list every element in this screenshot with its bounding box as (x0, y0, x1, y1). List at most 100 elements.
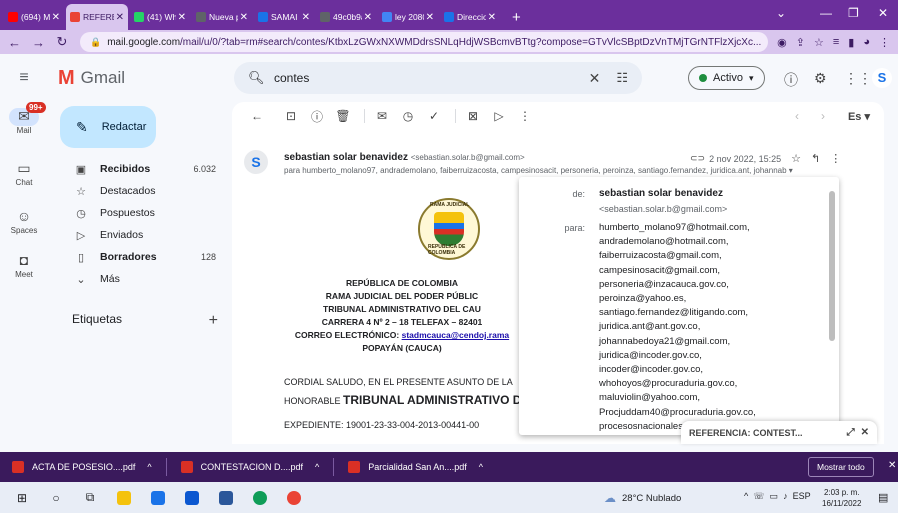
label-icon[interactable]: ▷ (488, 109, 510, 123)
chevron-up-icon[interactable]: ^ (479, 462, 483, 472)
snooze-icon[interactable]: ◷ (397, 109, 419, 123)
folder-item[interactable]: ▷ Enviados (48, 224, 230, 246)
search-taskbar-icon[interactable]: ○ (44, 488, 68, 508)
delete-icon[interactable]: 🗑︎ (332, 109, 354, 123)
chevron-up-icon[interactable]: ^ (147, 462, 151, 472)
compose-button[interactable]: ✎ Redactar (60, 106, 156, 148)
notifications-icon[interactable]: ▤ (878, 491, 888, 504)
store-icon[interactable] (146, 488, 170, 508)
chrome-icon[interactable] (282, 488, 306, 508)
share-icon[interactable]: ⇪ (796, 36, 805, 49)
gmail-logo[interactable]: M Gmail (48, 67, 230, 90)
close-window-button[interactable]: ✕ (878, 6, 888, 20)
tab-close-icon[interactable]: ✕ (178, 12, 186, 23)
bookmark-star-icon[interactable]: ☆ (814, 36, 824, 49)
sender-avatar[interactable]: S (244, 150, 268, 174)
message-more-icon[interactable]: ⋮ (830, 152, 841, 165)
input-tools-button[interactable]: Es ▾ (848, 110, 870, 123)
mail-app-icon[interactable] (180, 488, 204, 508)
folder-item[interactable]: ⌄ Más (48, 268, 230, 290)
court-email-link[interactable]: stadmcauca@cendoj.rama (402, 330, 510, 340)
main-menu-icon[interactable]: ≡ (0, 69, 48, 87)
edge-icon[interactable] (248, 488, 272, 508)
browser-tab[interactable]: REFERENCIA✕ (66, 4, 128, 30)
tab-close-icon[interactable]: ✕ (240, 12, 248, 23)
tab-close-icon[interactable]: ✕ (426, 12, 434, 23)
browser-tab[interactable]: (41) WhatsApp✕ (130, 4, 190, 30)
rail-item-mail[interactable]: ✉ 99+ Mail (0, 102, 48, 135)
download-item[interactable]: Parcialidad San An....pdf ^ (348, 461, 483, 473)
side-panel-icon[interactable]: ▮ (848, 36, 854, 49)
reload-icon[interactable]: ↻ (56, 34, 68, 50)
word-icon[interactable] (214, 488, 238, 508)
search-icon[interactable]: 🔍︎ (248, 70, 265, 86)
tab-close-icon[interactable]: ✕ (116, 12, 124, 23)
volume-icon[interactable]: ♪ (783, 491, 788, 501)
reading-list-icon[interactable]: ≡ (833, 36, 839, 48)
browser-tab[interactable]: Nueva pestaña✕ (192, 4, 252, 30)
tab-close-icon[interactable]: ✕ (488, 12, 496, 23)
search-input[interactable]: contes (274, 71, 589, 85)
file-explorer-icon[interactable] (112, 488, 136, 508)
browser-tab[interactable]: SAMAI | Pr✕ (254, 4, 314, 30)
tab-close-icon[interactable]: ✕ (302, 12, 310, 23)
clear-search-icon[interactable]: ✕ (589, 70, 601, 87)
move-to-icon[interactable]: ⊠ (462, 109, 484, 123)
new-tab-button[interactable]: + (502, 9, 531, 30)
folder-item[interactable]: ☆ Destacados (48, 180, 230, 202)
tab-close-icon[interactable]: ✕ (52, 12, 60, 23)
search-options-icon[interactable]: ☷ (616, 70, 628, 86)
older-chevron-icon[interactable]: › (812, 109, 834, 123)
apps-grid-icon[interactable]: ⋮⋮ (844, 70, 872, 87)
show-all-downloads-button[interactable]: Mostrar todo (808, 457, 874, 477)
newer-chevron-icon[interactable]: ‹ (786, 109, 808, 123)
settings-gear-icon[interactable]: ⚙ (814, 70, 827, 87)
recipients-summary[interactable]: para humberto_molano97, andrademolano, f… (284, 166, 832, 175)
folder-item[interactable]: ▯ Borradores 128 (48, 246, 230, 268)
mark-unread-icon[interactable]: ✉ (371, 109, 393, 123)
task-view-icon[interactable]: ⧉ (78, 488, 102, 508)
browser-tab[interactable]: ley 2080 de✕ (378, 4, 438, 30)
browser-tab[interactable]: 49c0b9af-l✕ (316, 4, 376, 30)
report-spam-icon[interactable]: ⓘ (306, 108, 328, 125)
star-icon[interactable]: ☆ (791, 152, 801, 165)
close-compose-icon[interactable]: ✕ (861, 427, 869, 438)
add-task-icon[interactable]: ✓ (423, 109, 445, 123)
download-item[interactable]: CONTESTACION D....pdf ^ (180, 461, 319, 473)
back-to-results-icon[interactable]: ← (246, 109, 268, 123)
rail-item-spaces[interactable]: ☺ Spaces (0, 208, 48, 235)
forward-arrow-icon[interactable]: → (32, 35, 45, 50)
folder-item[interactable]: ▣ Recibidos 6.032 (48, 158, 230, 180)
account-avatar[interactable]: S (872, 68, 892, 88)
reply-icon[interactable]: ↰ (811, 152, 820, 165)
rail-item-meet[interactable]: ◘ Meet (0, 252, 48, 279)
more-options-icon[interactable]: ⋮ (514, 109, 536, 123)
expand-icon[interactable]: ⤢ (847, 427, 855, 438)
network-icon[interactable]: ☏ (753, 491, 764, 501)
rail-item-chat[interactable]: ▭ Chat (0, 160, 48, 187)
windows-start-icon[interactable]: ⊞ (10, 488, 34, 508)
profile-icon[interactable]: ◕ (863, 36, 870, 48)
tray-chevron-icon[interactable]: ^ (744, 491, 748, 501)
chevron-up-icon[interactable]: ^ (315, 462, 319, 472)
browser-tab[interactable]: (694) Metal✕ (4, 4, 64, 30)
help-icon[interactable]: ⓘ (784, 70, 798, 90)
minimized-compose-window[interactable]: REFERENCIA: CONTEST... ⤢ ✕ (681, 421, 877, 444)
archive-icon[interactable]: ⊡ (280, 109, 302, 123)
close-download-bar-icon[interactable]: ✕ (888, 460, 896, 471)
maximize-window-button[interactable]: ❐ (848, 6, 859, 20)
eye-icon[interactable]: ◉ (777, 36, 787, 49)
browser-menu-icon[interactable]: ⋮ (879, 36, 890, 49)
back-arrow-icon[interactable]: ← (8, 35, 21, 50)
weather-widget[interactable]: ☁ 28°C Nublado (604, 491, 681, 505)
minimize-window-button[interactable]: — (820, 6, 832, 20)
keyboard-language[interactable]: ESP (793, 491, 811, 501)
url-input[interactable]: 🔒 mail.google.com /mail/u/0/?tab=rm#sear… (80, 32, 769, 52)
taskbar-clock[interactable]: 2:03 p. m. 16/11/2022 (822, 487, 861, 509)
folder-item[interactable]: ◷ Pospuestos (48, 202, 230, 224)
details-scrollbar[interactable] (829, 191, 835, 341)
battery-icon[interactable]: ▭ (770, 491, 779, 501)
status-dropdown[interactable]: Activo ▾ (688, 66, 765, 90)
tab-close-icon[interactable]: ✕ (364, 12, 372, 23)
tab-search-icon[interactable]: ⌄ (776, 6, 786, 20)
